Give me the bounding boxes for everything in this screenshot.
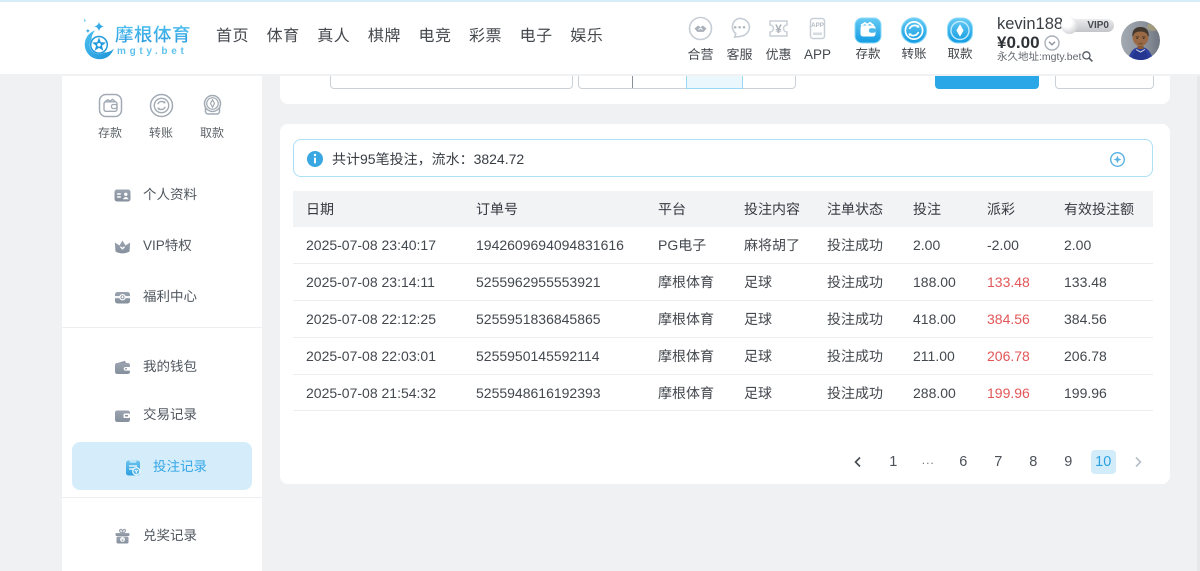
svg-text:¥: ¥	[775, 22, 782, 36]
svg-text:APP: APP	[811, 22, 824, 29]
